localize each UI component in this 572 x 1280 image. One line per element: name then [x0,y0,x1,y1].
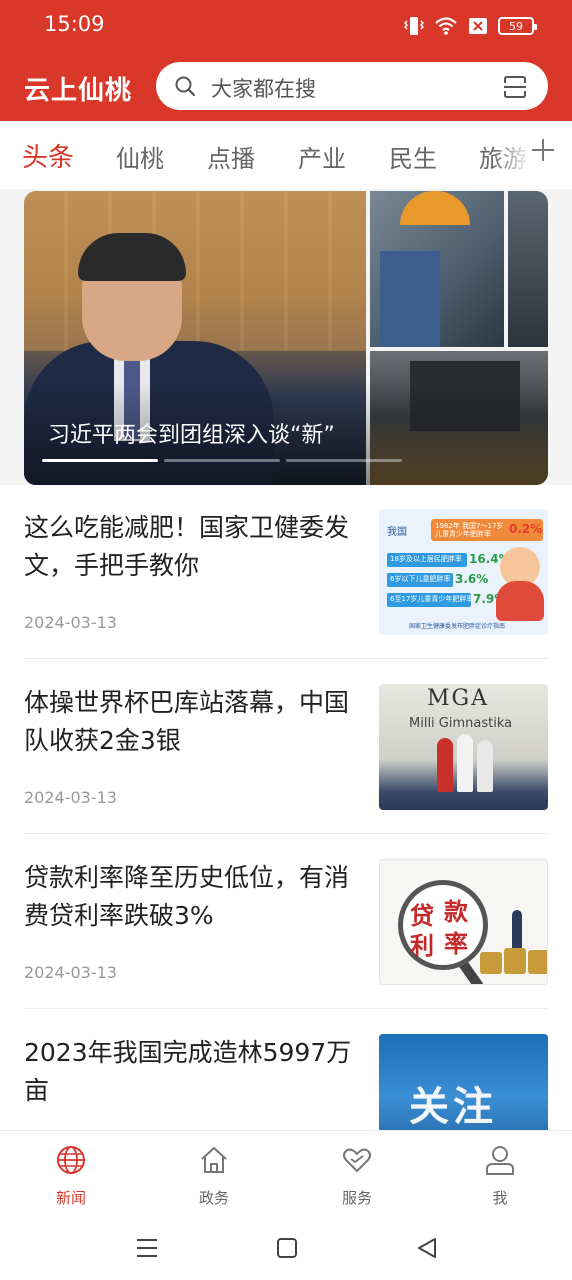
status-bar: 15:09 59 [0,0,572,52]
nav-label: 我 [492,1189,508,1207]
tab-minsheng[interactable]: 民生 [389,139,437,174]
nav-label: 政务 [198,1189,229,1207]
carousel-dot[interactable] [164,459,280,462]
news-thumbnail: 关注 [379,1034,548,1130]
nav-me[interactable]: 我 [455,1143,545,1213]
news-item[interactable]: 贷款利率降至历史低位，有消费贷利率跌破3% 2024-03-13 贷 款 利 率 [24,835,548,1009]
search-icon [175,76,196,97]
app-header: 15:09 59 云上仙桃 大家都在搜 [0,0,572,121]
news-title: 体操世界杯巴库站落幕，中国队收获2金3银 [24,688,350,755]
user-icon [486,1146,514,1175]
carousel-side-image-2 [508,191,548,347]
thumb-header: 1982年 我国7～17岁儿童青少年肥胖率 [435,522,504,538]
system-nav-bar [0,1220,572,1280]
search-bar[interactable]: 大家都在搜 [156,62,548,110]
thumb-subtitle: Milli Gimnastika [409,716,513,731]
status-time: 15:09 [44,12,105,36]
carousel-side-image-1 [370,191,504,347]
scan-icon[interactable] [502,74,528,100]
carousel-indicator [42,459,402,462]
nav-government[interactable]: 政务 [169,1143,259,1213]
news-date: 2024-03-13 [24,613,117,632]
tab-chanye[interactable]: 产业 [298,139,346,174]
news-title: 贷款利率降至历史低位，有消费贷利率跌破3% [24,863,350,930]
home-square-icon[interactable] [273,1234,301,1262]
tab-dianbo[interactable]: 点播 [207,139,255,174]
thumb-word: 关注 [409,1083,497,1130]
news-title: 这么吃能减肥！国家卫健委发文，手把手教你 [24,513,350,580]
channel-tabs: 头条 仙桃 点播 产业 民生 旅游 [0,121,572,189]
news-thumbnail: 我国 1982年 我国7～17岁儿童青少年肥胖率 0.2% 18岁及以上居民肥胖… [379,509,548,635]
nav-label: 新闻 [55,1189,86,1207]
back-triangle-icon[interactable] [414,1234,442,1262]
vibrate-icon [404,17,424,35]
tab-toutiao[interactable]: 头条 [22,137,74,174]
news-thumbnail: MGA Milli Gimnastika [379,684,548,810]
add-channel-icon[interactable] [528,135,558,165]
menu-icon[interactable] [133,1234,161,1262]
home-icon [201,1147,227,1173]
tabs-fade [492,121,532,189]
carousel-dot[interactable] [286,459,402,462]
news-item[interactable]: 2023年我国完成造林5997万亩 关注 [24,1010,548,1130]
tab-xiantao[interactable]: 仙桃 [116,139,164,174]
thumb-header-value: 0.2% [509,522,543,536]
news-list: 这么吃能减肥！国家卫健委发文，手把手教你 2024-03-13 我国 1982年… [0,485,572,1130]
news-title: 2023年我国完成造林5997万亩 [24,1038,352,1105]
heart-icon [343,1148,371,1172]
search-input[interactable]: 大家都在搜 [211,73,316,103]
bottom-nav: 新闻 政务 服务 我 [0,1130,572,1220]
nav-service[interactable]: 服务 [312,1143,402,1213]
news-item[interactable]: 体操世界杯巴库站落幕，中国队收获2金3银 2024-03-13 MGA Mill… [24,660,548,834]
news-thumbnail: 贷 款 利 率 [379,859,548,985]
app-title: 云上仙桃 [24,76,133,106]
carousel-section: 习近平两会到团组深入谈“新” [0,189,572,485]
news-date: 2024-03-13 [24,788,117,807]
wifi-icon [435,17,457,35]
thumb-logo: MGA [427,686,489,711]
status-icons: 59 [404,14,537,38]
nav-label: 服务 [341,1189,372,1207]
battery-level: 59 [509,19,523,33]
carousel-dot[interactable] [42,459,158,462]
news-carousel[interactable]: 习近平两会到团组深入谈“新” [24,191,548,485]
battery-icon: 59 [498,17,537,35]
news-date: 2024-03-13 [24,963,117,982]
carousel-caption: 习近平两会到团组深入谈“新” [48,423,335,448]
nav-news[interactable]: 新闻 [26,1143,116,1213]
news-item[interactable]: 这么吃能减肥！国家卫健委发文，手把手教你 2024-03-13 我国 1982年… [24,485,548,659]
globe-icon [57,1146,85,1174]
sim-off-icon [469,18,487,34]
thumb-label: 我国 [387,527,407,538]
